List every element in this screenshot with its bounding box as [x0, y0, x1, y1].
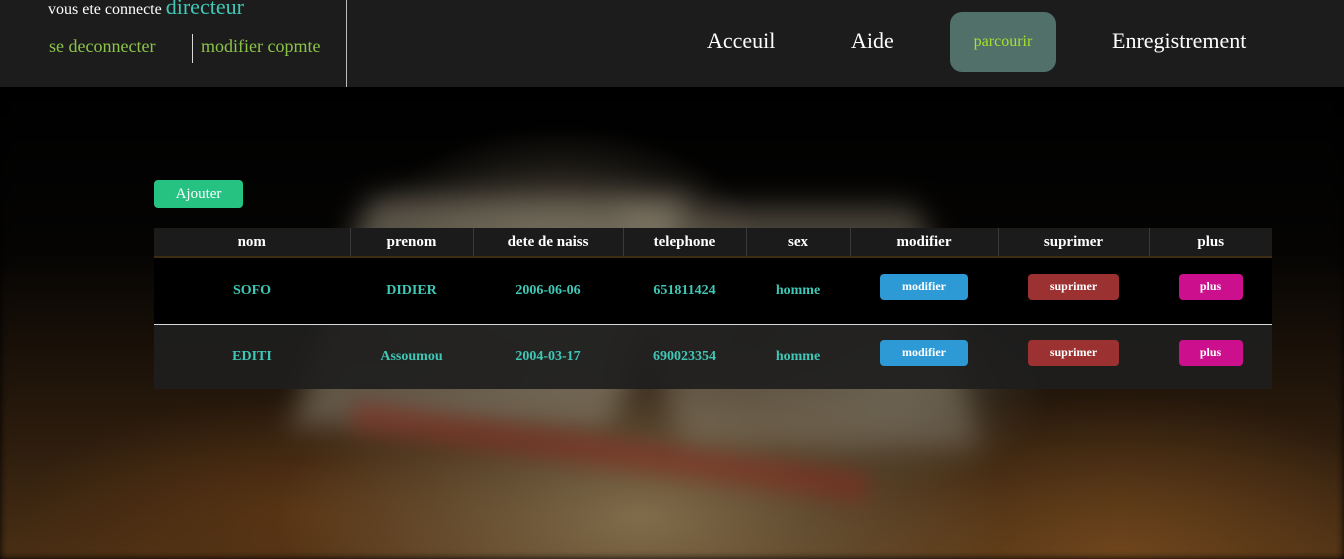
cell-sex: homme [775, 348, 821, 364]
welcome-text: vous ete connecte [48, 1, 162, 18]
cell-naissance: 2006-06-06 [515, 282, 581, 298]
logout-link[interactable]: se deconnecter [49, 36, 155, 57]
session-panel: vous ete connecte directeur se deconnect… [0, 0, 347, 87]
nav-acceuil[interactable]: Acceuil [707, 28, 775, 54]
cell-suprimer: suprimer [998, 324, 1149, 389]
more-button[interactable]: plus [1178, 339, 1243, 366]
cell-prenom: DIDIER [386, 282, 437, 298]
cell-sex: homme [775, 282, 821, 298]
records-table-wrapper: nom prenom dete de naiss telephone sex m… [154, 228, 1272, 389]
delete-button[interactable]: suprimer [1028, 273, 1119, 300]
welcome-line: vous ete connecte directeur [48, 0, 244, 20]
table-row: SOFO DIDIER 2006-06-06 651811424 homme m… [154, 257, 1272, 324]
header-telephone: telephone [623, 228, 747, 257]
header-nom: nom [154, 228, 351, 257]
header-prenom: prenom [350, 228, 474, 257]
header-modifier: modifier [850, 228, 999, 257]
cell-plus: plus [1149, 257, 1272, 324]
table-row: EDITI Assoumou 2004-03-17 690023354 homm… [154, 324, 1272, 389]
header-naissance: dete de naiss [473, 228, 624, 257]
header-sex: sex [746, 228, 851, 257]
delete-button[interactable]: suprimer [1028, 339, 1119, 366]
header-suprimer: suprimer [998, 228, 1150, 257]
cell-modifier: modifier [850, 257, 998, 324]
records-table: nom prenom dete de naiss telephone sex m… [154, 228, 1272, 389]
modify-button[interactable]: modifier [880, 339, 968, 366]
nav-enregistrement[interactable]: Enregistrement [1112, 28, 1246, 54]
top-header: vous ete connecte directeur se deconnect… [0, 0, 1344, 87]
more-button[interactable]: plus [1178, 273, 1243, 300]
cell-naissance: 2004-03-17 [515, 348, 581, 364]
nav-aide[interactable]: Aide [851, 28, 894, 54]
cell-telephone: 651811424 [653, 282, 716, 298]
header-plus: plus [1197, 233, 1225, 250]
cell-prenom: Assoumou [380, 348, 443, 364]
add-button[interactable]: Ajouter [154, 180, 243, 208]
link-separator [192, 34, 193, 63]
edit-account-link[interactable]: modifier copmte [201, 36, 320, 57]
nav-parcourir[interactable]: parcourir [950, 12, 1056, 72]
modify-button[interactable]: modifier [880, 273, 968, 300]
cell-nom: EDITI [232, 348, 272, 364]
cell-plus: plus [1149, 324, 1272, 389]
cell-telephone: 690023354 [653, 348, 716, 364]
user-role: directeur [165, 0, 244, 19]
cell-modifier: modifier [850, 324, 998, 389]
table-header-row: nom prenom dete de naiss telephone sex m… [154, 228, 1272, 257]
cell-nom: SOFO [232, 282, 272, 298]
cell-suprimer: suprimer [998, 257, 1149, 324]
